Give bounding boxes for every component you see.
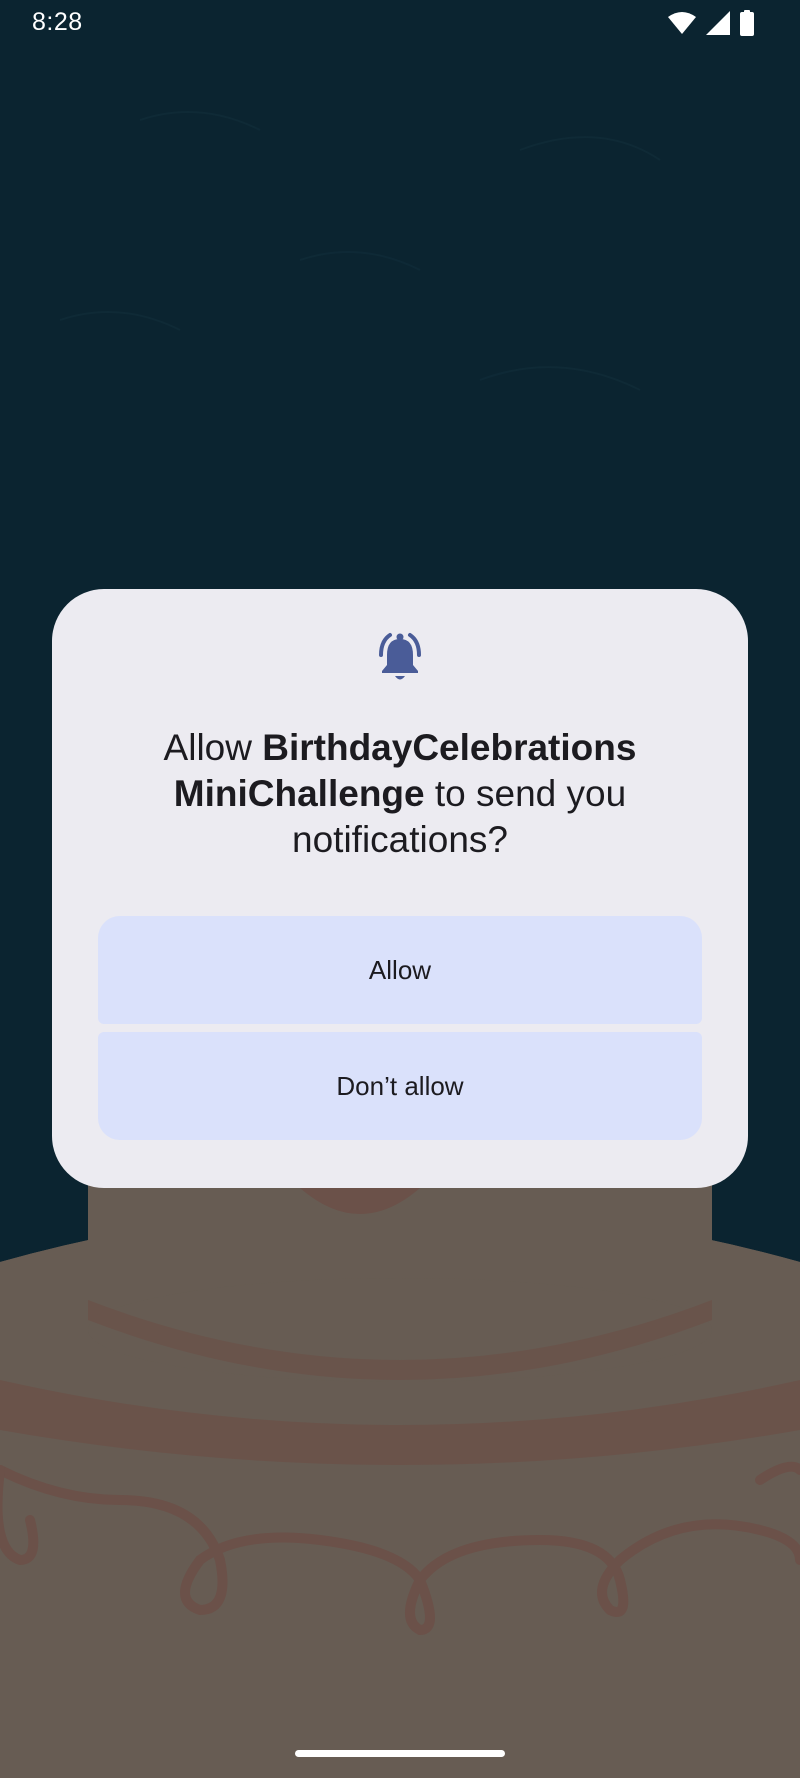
title-prefix: Allow (163, 727, 263, 768)
notification-permission-dialog: Allow BirthdayCelebrations MiniChallenge … (52, 589, 748, 1188)
status-icons (668, 10, 754, 36)
app-name-line2: MiniChallenge (173, 773, 425, 814)
status-bar: 8:28 (0, 0, 800, 46)
battery-icon (740, 10, 754, 36)
allow-button[interactable]: Allow (98, 916, 702, 1024)
notification-bell-icon (379, 633, 421, 680)
dont-allow-button[interactable]: Don’t allow (98, 1032, 702, 1140)
dialog-title: Allow BirthdayCelebrations MiniChallenge … (92, 725, 708, 863)
wifi-icon (668, 12, 696, 34)
screen: 8:28 Allow BirthdayCelebrations MiniChal… (0, 0, 800, 1778)
app-name-line1: BirthdayCelebrations (262, 727, 637, 768)
status-time: 8:28 (32, 8, 83, 36)
cellular-signal-icon (706, 11, 730, 35)
home-gesture-handle[interactable] (295, 1750, 505, 1757)
